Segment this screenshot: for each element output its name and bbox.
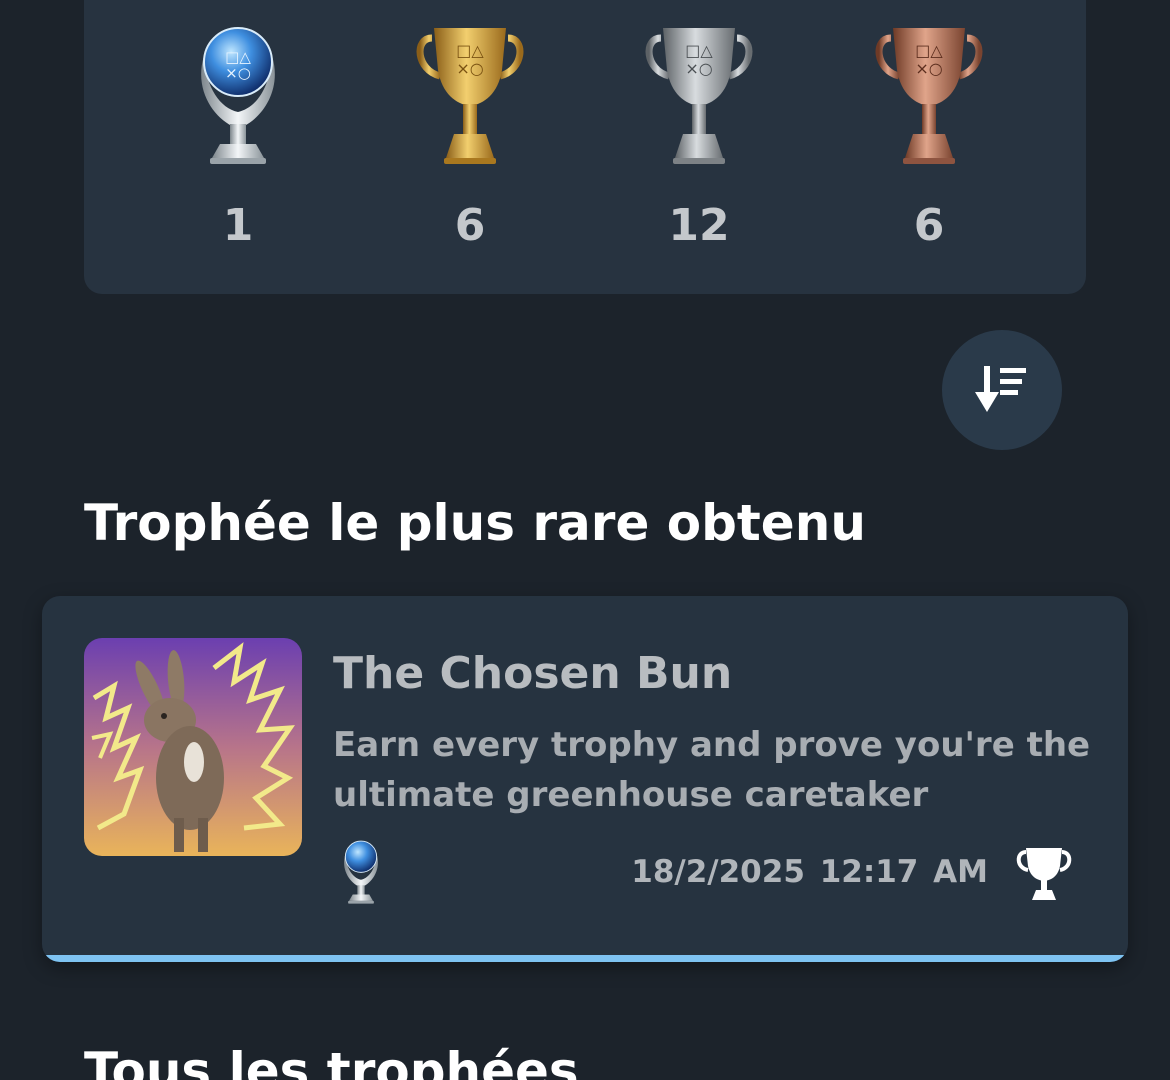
silver-trophy-icon: □△ ×○ (645, 28, 753, 164)
earned-time: 12:17 AM (819, 854, 988, 890)
trophy-progress-fill (42, 955, 1128, 962)
bronze-summary[interactable]: □△ ×○ 6 (854, 18, 1004, 248)
bronze-trophy-icon: □△ ×○ (875, 28, 983, 164)
earned-date: 18/2/2025 (631, 854, 805, 890)
sort-button[interactable] (942, 330, 1062, 450)
svg-text:×○: ×○ (685, 59, 712, 78)
platinum-trophy-icon: □△ ×○ (201, 27, 275, 164)
trophy-name: The Chosen Bun (333, 648, 733, 699)
rarest-trophy-heading: Trophée le plus rare obtenu (84, 494, 866, 552)
game-artwork (84, 638, 302, 856)
trophy-page: □△ ×○ 1 □△ ×○ 6 □△ ×○ 12 □△ ×○ 6 Trophée… (0, 0, 1170, 1080)
trophy-summary-card: □△ ×○ 1 □△ ×○ 6 □△ ×○ 12 □△ ×○ 6 (84, 0, 1086, 294)
svg-text:□△: □△ (685, 41, 713, 60)
trophy-grade (338, 836, 384, 910)
bronze-count: 6 (913, 200, 945, 251)
svg-text:×○: ×○ (456, 59, 483, 78)
earned-status (1016, 844, 1072, 906)
platinum-count: 1 (222, 200, 254, 251)
svg-text:□△: □△ (915, 41, 943, 60)
trophy-description: Earn every trophy and prove you're the u… (333, 725, 1091, 815)
gold-summary[interactable]: □△ ×○ 6 (395, 18, 545, 248)
platinum-trophy-icon (344, 840, 378, 904)
svg-text:×○: ×○ (225, 64, 251, 82)
platinum-summary[interactable]: □△ ×○ 1 (163, 18, 313, 248)
silver-count: 12 (668, 200, 730, 251)
all-trophies-heading: Tous les trophées (84, 1042, 579, 1080)
trophy-icon (1016, 848, 1072, 900)
silver-summary[interactable]: □△ ×○ 12 (624, 18, 774, 248)
gold-count: 6 (454, 200, 486, 251)
gold-trophy-icon: □△ ×○ (416, 28, 524, 164)
trophy-progress-bar (42, 955, 1128, 962)
earned-timestamp: 18/2/2025 12:17 AM (631, 854, 988, 890)
rarest-trophy-card[interactable]: The Chosen Bun Earn every trophy and pro… (42, 596, 1128, 962)
sort-descending-icon (975, 366, 1026, 412)
svg-text:×○: ×○ (915, 59, 942, 78)
svg-text:□△: □△ (456, 41, 484, 60)
